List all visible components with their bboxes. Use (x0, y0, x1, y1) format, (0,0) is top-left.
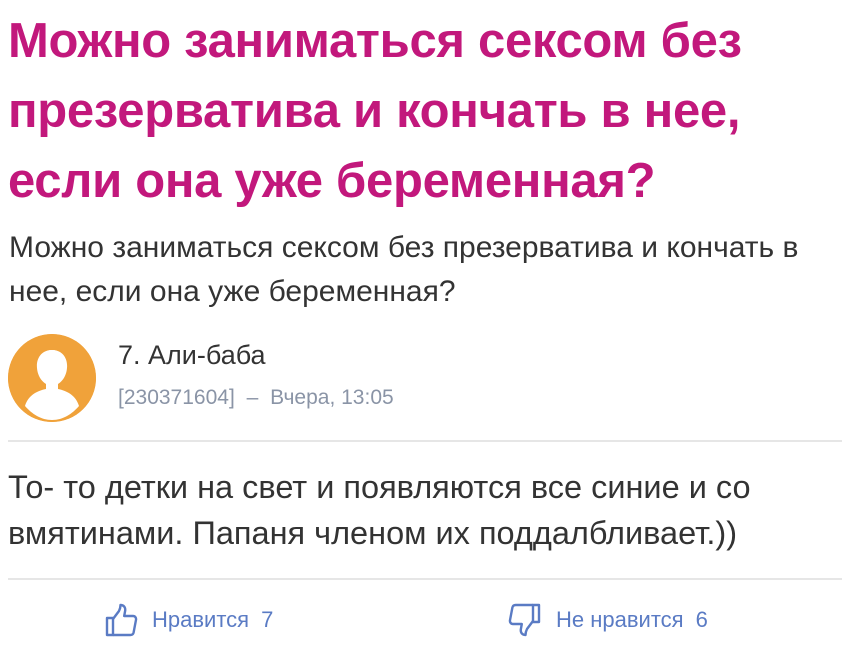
author-name[interactable]: 7. Али-баба (118, 338, 266, 372)
answer-page: Можно заниматься сексом без презерватива… (0, 0, 850, 650)
divider (8, 578, 842, 580)
author-meta: [230371604] – Вчера, 13:05 (118, 384, 394, 412)
answer-timestamp: Вчера, 13:05 (270, 386, 394, 409)
dislike-button[interactable]: Не нравится 6 (508, 598, 708, 642)
meta-separator: – (246, 386, 259, 409)
dislike-label: Не нравится (556, 607, 684, 632)
answer-actions: Нравится 7 Не нравится 6 (0, 598, 850, 642)
user-silhouette-icon (8, 334, 96, 422)
author-id: [230371604] (118, 386, 235, 409)
dislike-count: 6 (695, 607, 708, 632)
thumbs-up-icon (105, 603, 138, 637)
like-button[interactable]: Нравится 7 (104, 598, 273, 642)
thumbs-down-icon (508, 603, 541, 637)
avatar[interactable] (8, 334, 96, 422)
answer-author-block: 7. Али-баба [230371604] – Вчера, 13:05 (8, 334, 838, 424)
question-title: Можно заниматься сексом без презерватива… (8, 14, 742, 208)
question-body: Можно заниматься сексом без презерватива… (9, 231, 799, 308)
like-count: 7 (261, 607, 274, 632)
divider (8, 440, 842, 442)
like-label: Нравится (152, 607, 250, 632)
answer-text: То- то детки на свет и появляются все си… (8, 469, 751, 551)
